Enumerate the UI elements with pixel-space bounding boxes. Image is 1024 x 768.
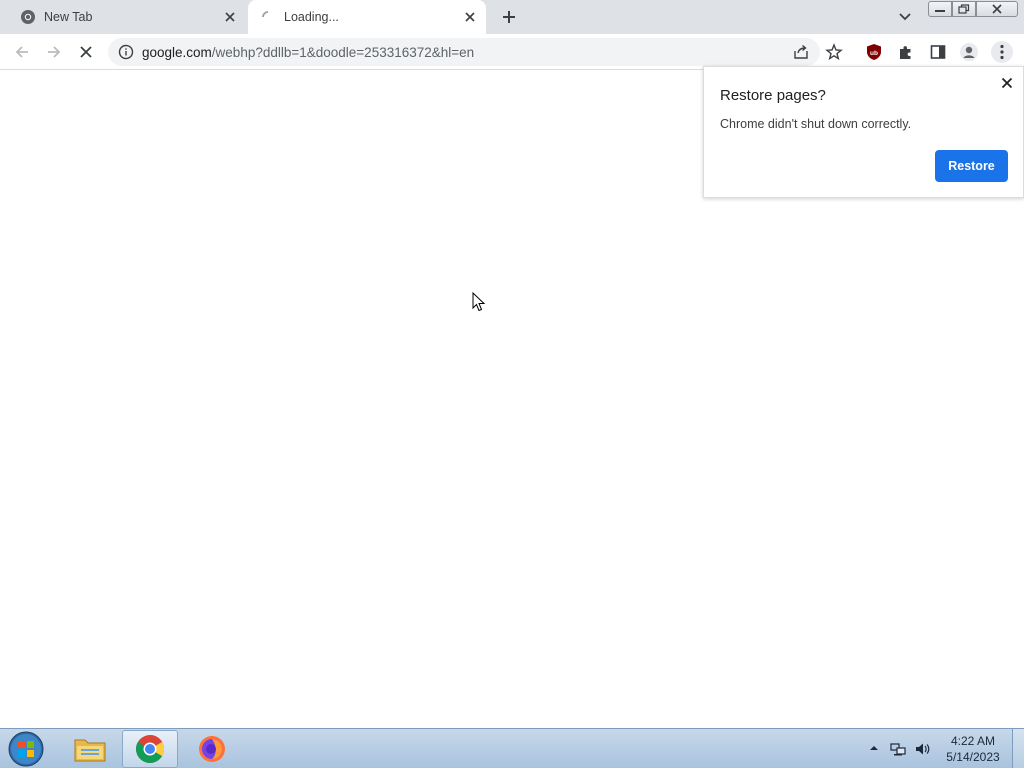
windows-taskbar: 4:22 AM 5/14/2023 — [0, 728, 1024, 768]
tab-title: New Tab — [44, 10, 93, 24]
system-clock[interactable]: 4:22 AM 5/14/2023 — [940, 733, 1006, 765]
loading-spinner-icon — [262, 11, 269, 18]
tab-new-tab[interactable]: New Tab — [8, 0, 246, 34]
taskbar-file-explorer[interactable] — [62, 730, 118, 768]
url-path: /webhp?ddllb=1&doodle=253316372&hl=en — [211, 45, 475, 60]
svg-text:ub: ub — [870, 50, 878, 57]
minimize-button[interactable] — [928, 1, 952, 17]
restore-button[interactable]: Restore — [935, 150, 1008, 182]
stop-loading-button[interactable] — [75, 41, 97, 63]
show-desktop-button[interactable] — [1012, 729, 1024, 768]
forward-button[interactable] — [43, 41, 65, 63]
browser-toolbar: google.com/webhp?ddllb=1&doodle=25331637… — [0, 34, 1024, 70]
share-icon[interactable] — [792, 43, 810, 61]
mouse-cursor-icon — [472, 292, 486, 312]
minimize-icon — [935, 10, 945, 12]
address-bar[interactable]: google.com/webhp?ddllb=1&doodle=25331637… — [108, 38, 820, 66]
folder-icon — [74, 739, 106, 762]
tab-loading[interactable]: Loading... — [248, 0, 486, 34]
side-panel-icon — [930, 45, 946, 59]
dialog-title: Restore pages? — [720, 87, 826, 104]
tab-title: Loading... — [284, 10, 339, 24]
close-icon — [992, 4, 1002, 14]
url-text[interactable]: google.com/webhp?ddllb=1&doodle=25331637… — [142, 45, 474, 60]
profile-icon — [960, 43, 978, 61]
stop-loading-icon — [80, 46, 92, 58]
ublock-icon: ub — [867, 44, 881, 60]
url-domain: google.com — [142, 45, 212, 60]
profile-button[interactable] — [958, 41, 980, 63]
restore-window-icon — [958, 4, 970, 14]
bookmark-button[interactable] — [823, 41, 845, 63]
close-window-button[interactable] — [976, 1, 1018, 17]
close-icon[interactable] — [999, 75, 1015, 91]
menu-icon — [1000, 44, 1004, 60]
restore-window-button[interactable] — [952, 1, 976, 17]
volume-icon[interactable] — [914, 741, 930, 757]
network-icon[interactable] — [890, 741, 906, 757]
taskbar-chrome[interactable] — [122, 730, 178, 768]
dialog-message: Chrome didn't shut down correctly. — [720, 117, 912, 131]
side-panel-button[interactable] — [927, 41, 949, 63]
clock-time: 4:22 AM — [950, 734, 996, 748]
bookmark-star-icon — [825, 43, 843, 61]
tab-strip: New Tab Loading... — [0, 0, 1024, 34]
extensions-button[interactable] — [895, 41, 917, 63]
forward-icon — [48, 46, 61, 58]
ublock-button[interactable]: ub — [863, 41, 885, 63]
new-tab-button[interactable] — [498, 6, 520, 28]
menu-button[interactable] — [991, 41, 1013, 63]
back-icon — [15, 46, 28, 58]
extensions-icon — [900, 46, 911, 59]
back-button[interactable] — [11, 41, 33, 63]
chevron-down-icon[interactable] — [896, 8, 914, 26]
close-tab-icon[interactable] — [462, 9, 478, 25]
start-button[interactable] — [6, 730, 46, 768]
chrome-icon — [21, 10, 35, 24]
site-info-icon[interactable] — [118, 44, 134, 60]
chevron-up-icon[interactable] — [868, 743, 880, 753]
restore-pages-dialog: Restore pages? Chrome didn't shut down c… — [703, 66, 1024, 198]
close-tab-icon[interactable] — [222, 9, 238, 25]
clock-date: 5/14/2023 — [946, 750, 1000, 764]
plus-icon — [503, 11, 515, 23]
taskbar-firefox[interactable] — [184, 730, 240, 768]
chrome-icon — [136, 735, 164, 763]
firefox-icon — [199, 736, 225, 762]
